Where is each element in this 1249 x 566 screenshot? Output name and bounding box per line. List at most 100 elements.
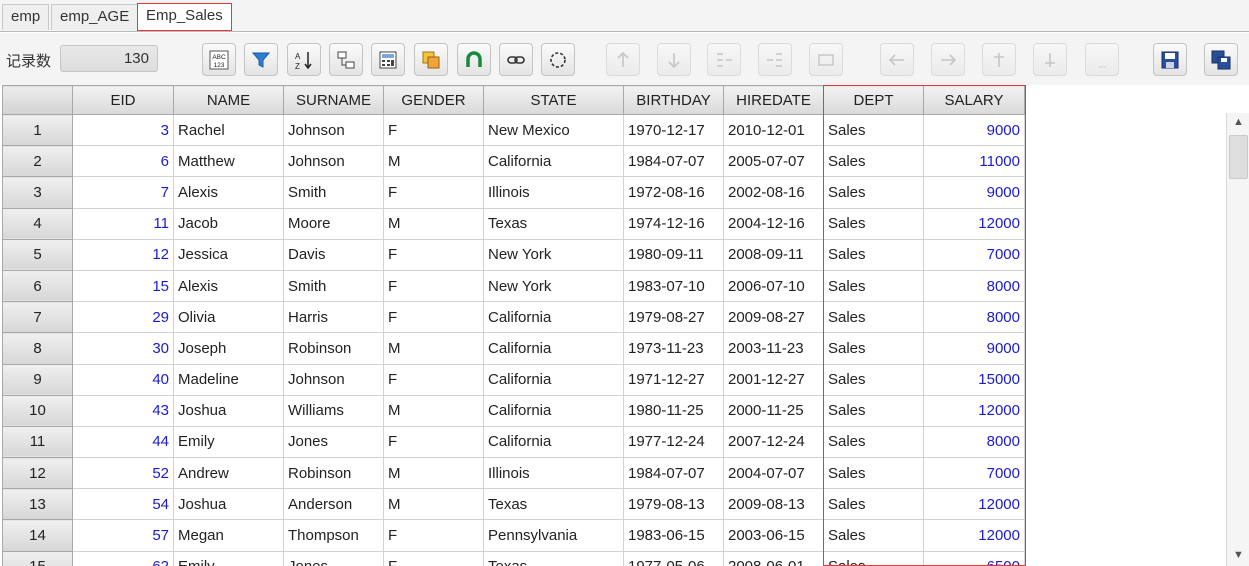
cell-name[interactable]: Madeline [173,363,284,396]
cell-dept[interactable]: Sales [823,425,924,459]
row-number[interactable]: 9 [2,363,73,396]
cell-hiredate[interactable]: 2009-08-13 [723,488,824,521]
cell-state[interactable]: Pennsylvania [483,519,624,552]
table-row[interactable]: 1562EmilyJonesFTexas1977-05-062008-06-01… [2,550,1025,566]
cell-state[interactable]: California [483,145,624,178]
cell-birthday[interactable]: 1971-12-27 [623,363,724,396]
cell-surname[interactable]: Johnson [283,113,384,147]
cell-state[interactable]: California [483,363,624,396]
row-number[interactable]: 10 [2,394,73,427]
tree-down-button[interactable] [1033,43,1067,76]
cell-dept[interactable]: Sales [823,113,924,147]
cell-salary[interactable]: 7000 [923,238,1025,271]
row-number[interactable]: 7 [2,301,73,334]
cell-name[interactable]: Jessica [173,238,284,271]
cell-birthday[interactable]: 1973-11-23 [623,332,724,365]
cell-name[interactable]: Emily [173,425,284,459]
column-header-gender[interactable]: GENDER [383,85,484,115]
row-number[interactable]: 15 [2,550,73,566]
cell-eid[interactable]: 11 [72,207,174,240]
cell-dept[interactable]: Sales [823,519,924,552]
cell-surname[interactable]: Harris [283,301,384,334]
cell-dept[interactable]: Sales [823,207,924,240]
cell-salary[interactable]: 12000 [923,519,1025,552]
link-button[interactable] [499,43,533,76]
column-header-birthday[interactable]: BIRTHDAY [623,85,724,115]
cell-name[interactable]: Alexis [173,176,284,209]
cell-state[interactable]: Texas [483,550,624,566]
row-number[interactable]: 13 [2,488,73,521]
cell-hiredate[interactable]: 2008-06-01 [723,550,824,566]
cell-gender[interactable]: M [383,332,484,365]
cell-gender[interactable]: M [383,457,484,490]
column-header-surname[interactable]: SURNAME [283,85,384,115]
cell-dept[interactable]: Sales [823,238,924,271]
cell-gender[interactable]: F [383,363,484,396]
cell-hiredate[interactable]: 2003-11-23 [723,332,824,365]
cell-name[interactable]: Rachel [173,113,284,147]
indent-button[interactable] [707,43,741,76]
save-as-button[interactable] [1204,43,1238,76]
cell-hiredate[interactable]: 2008-09-11 [723,238,824,271]
cell-birthday[interactable]: 1984-07-07 [623,457,724,490]
cell-state[interactable]: New York [483,269,624,303]
cell-hiredate[interactable]: 2005-07-07 [723,145,824,178]
cell-hiredate[interactable]: 2000-11-25 [723,394,824,427]
cell-name[interactable]: Joshua [173,488,284,521]
copy-button[interactable] [414,43,448,76]
column-header-state[interactable]: STATE [483,85,624,115]
table-row[interactable]: 9 40 Madeline Johnson F California 1971-12-27 2… [2,363,1025,396]
table-row[interactable]: 4 11 Jacob Moore M Texas 1974-12-16 2004-12-16 S… [2,207,1025,240]
tab-emp-age[interactable]: emp_AGE [51,4,139,30]
cell-hiredate[interactable]: 2003-06-15 [723,519,824,552]
move-up-button[interactable] [606,43,640,76]
cell-eid[interactable]: 43 [72,394,174,427]
table-row[interactable]: 5 12 Jessica Davis F New York 1980-09-11 2008-0… [2,238,1025,271]
cell-salary[interactable]: 8000 [923,269,1025,303]
cell-eid[interactable]: 40 [72,363,174,396]
cell-eid[interactable]: 12 [72,238,174,271]
cell-state[interactable]: California [483,425,624,459]
cell-surname[interactable]: Davis [283,238,384,271]
cell-dept[interactable]: Sales [823,269,924,303]
cell-dept[interactable]: Sales [823,457,924,490]
cell-dept[interactable]: Sales [823,176,924,209]
cell-birthday[interactable]: 1984-07-07 [623,145,724,178]
cell-eid[interactable]: 54 [72,488,174,521]
cell-state[interactable]: New Mexico [483,113,624,147]
cell-salary[interactable]: 8000 [923,425,1025,459]
cell-salary[interactable]: 6500 [923,550,1025,566]
table-row[interactable]: 6 15 Alexis Smith F New York 1983-07-10 2006-07… [2,269,1025,303]
cell-birthday[interactable]: 1972-08-16 [623,176,724,209]
cell-name[interactable]: Olivia [173,301,284,334]
cell-hiredate[interactable]: 2004-12-16 [723,207,824,240]
cell-name[interactable]: Jacob [173,207,284,240]
table-row[interactable]: 10 43 Joshua Williams M California 1980-11-25 2… [2,394,1025,427]
table-row[interactable]: 3 7 Alexis Smith F Illinois 1972-08-16 2002-08-… [2,176,1025,209]
move-down-button[interactable] [657,43,691,76]
table-row[interactable]: 12 52 Andrew Robinson M Illinois 1984-07-07 200… [2,457,1025,490]
cell-state[interactable]: California [483,301,624,334]
cell-birthday[interactable]: 1974-12-16 [623,207,724,240]
scroll-up-button[interactable]: ▲ [1229,113,1248,131]
scroll-down-button[interactable]: ▼ [1229,546,1248,564]
cell-gender[interactable]: F [383,176,484,209]
cell-name[interactable]: Joseph [173,332,284,365]
cell-hiredate[interactable]: 2009-08-27 [723,301,824,334]
tab-emp-sales[interactable]: Emp_Sales [137,3,232,31]
cell-birthday[interactable]: 1970-12-17 [623,113,724,147]
table-row[interactable]: 7 29 Olivia Harris F California 1979-08-27 2009… [2,301,1025,334]
table-row[interactable]: 14 57 Megan Thompson F Pennsylvania 1983-06-15… [2,519,1025,552]
cell-dept[interactable]: Sales [823,332,924,365]
cell-state[interactable]: Illinois [483,176,624,209]
row-number[interactable]: 3 [2,176,73,209]
column-header-name[interactable]: NAME [173,85,284,115]
cell-birthday[interactable]: 1983-06-15 [623,519,724,552]
cell-birthday[interactable]: 1977-12-24 [623,425,724,459]
cell-gender[interactable]: F [383,301,484,334]
cell-hiredate[interactable]: 2004-07-07 [723,457,824,490]
column-header-salary[interactable]: SALARY [923,85,1025,115]
cell-surname[interactable]: Thompson [283,519,384,552]
refresh-button[interactable] [541,43,575,76]
column-header-dept[interactable]: DEPT [823,85,924,115]
